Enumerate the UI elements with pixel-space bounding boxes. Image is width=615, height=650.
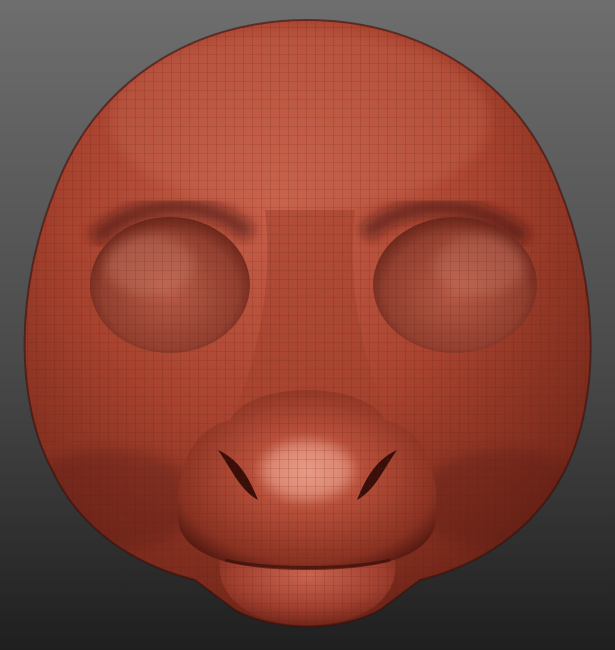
- head-render: [0, 0, 615, 650]
- sculpt-viewport[interactable]: [0, 0, 615, 650]
